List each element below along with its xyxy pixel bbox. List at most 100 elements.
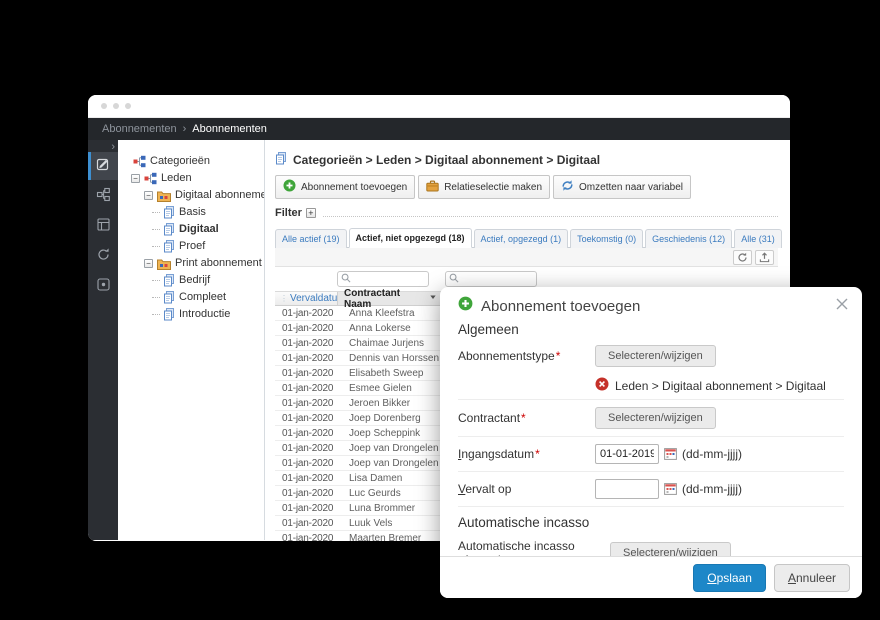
field-row-contractant: Contractant* Selecteren/wijzigen xyxy=(458,400,844,437)
calendar-icon[interactable] xyxy=(664,483,677,495)
sidebar-item-relations[interactable] xyxy=(88,183,118,210)
tree-item-label: Digitaal abonnement xyxy=(175,187,265,204)
required-asterisk: * xyxy=(521,411,526,425)
cell-vervaldatum: 01-jan-2020 xyxy=(275,308,337,319)
date-format-hint: (dd-mm-jjjj) xyxy=(682,482,742,496)
tree-item-proef[interactable]: Proef xyxy=(126,238,264,255)
required-asterisk: * xyxy=(556,349,561,363)
calendar-icon[interactable] xyxy=(664,448,677,460)
sidebar-expand-chevron-icon[interactable]: › xyxy=(111,141,115,153)
search-input-column3[interactable] xyxy=(462,273,533,286)
column-header-vervaldatum[interactable]: ⋮ Vervaldatum xyxy=(275,293,337,304)
select-contractant-button[interactable]: Selecteren/wijzigen xyxy=(595,407,716,429)
cell-contractant-naam: Joep van Drongelen xyxy=(337,443,439,454)
tab-actief-opgezegd-1[interactable]: Actief, opgezegd (1) xyxy=(474,229,569,248)
sidebar-item-journal[interactable] xyxy=(88,213,118,240)
convert-to-variable-button[interactable]: Omzetten naar variabel xyxy=(553,175,691,199)
sidebar-item-apps[interactable] xyxy=(88,273,118,300)
button-label: Omzetten naar variabel xyxy=(579,182,683,193)
select-abonnementstype-button[interactable]: Selecteren/wijzigen xyxy=(595,345,716,367)
document-icon xyxy=(163,291,175,304)
field-label: Contractant* xyxy=(458,411,595,425)
tree-item-label: Bedrijf xyxy=(179,272,210,289)
cell-contractant-naam: Luuk Vels xyxy=(337,518,392,529)
ingangsdatum-input[interactable] xyxy=(595,444,659,464)
make-relation-selection-button[interactable]: Relatieselectie maken xyxy=(418,175,550,199)
close-icon[interactable] xyxy=(835,297,849,311)
cell-vervaldatum: 01-jan-2020 xyxy=(275,518,337,529)
search-input-contractant[interactable] xyxy=(354,273,425,286)
status-tabs: Alle actief (19)Actief, niet opgezegd (1… xyxy=(275,228,778,248)
dialog-footer: Opslaan Annuleer xyxy=(440,556,862,598)
sidebar-item-sync[interactable] xyxy=(88,243,118,270)
tree-collapse-icon[interactable]: − xyxy=(144,259,153,268)
tree-item-categorie-n[interactable]: Categorieën xyxy=(126,153,264,170)
tree-item-label: Compleet xyxy=(179,289,226,306)
cell-contractant-naam: Chaimae Jurjens xyxy=(337,338,424,349)
button-label: Abonnement toevoegen xyxy=(301,182,407,193)
app-box-icon xyxy=(96,277,111,297)
tab-geschiedenis-12[interactable]: Geschiedenis (12) xyxy=(645,229,732,248)
column-label: Contractant Naam xyxy=(344,288,429,310)
tree-item-label: Leden xyxy=(161,170,192,187)
window-dot xyxy=(113,103,119,109)
breadcrumb-current: Abonnementen xyxy=(192,123,267,135)
window-titlebar xyxy=(88,95,790,118)
cell-contractant-naam: Luc Geurds xyxy=(337,488,401,499)
tree-connector xyxy=(152,314,160,315)
cell-vervaldatum: 01-jan-2020 xyxy=(275,503,337,514)
cell-contractant-naam: Elisabeth Sweep xyxy=(337,368,424,379)
edit-document-icon xyxy=(98,156,111,177)
add-subscription-dialog: Abonnement toevoegen Algemeen Abonnement… xyxy=(440,287,862,598)
date-format-hint: (dd-mm-jjjj) xyxy=(682,447,742,461)
tab-toekomstig-0[interactable]: Toekomstig (0) xyxy=(570,229,643,248)
document-icon xyxy=(163,274,175,287)
search-icon xyxy=(341,270,351,288)
cell-contractant-naam: Maarten Bremer xyxy=(337,533,421,542)
cell-vervaldatum: 01-jan-2020 xyxy=(275,488,337,499)
tab-alle-31[interactable]: Alle (31) xyxy=(734,229,782,248)
save-button[interactable]: Opslaan xyxy=(693,564,766,592)
vervalt-op-input[interactable] xyxy=(595,479,659,499)
tree-item-leden[interactable]: − Leden xyxy=(126,170,264,187)
tree-collapse-icon[interactable]: − xyxy=(144,191,153,200)
section-title-incasso: Automatische incasso xyxy=(458,515,844,532)
dialog-title: Abonnement toevoegen xyxy=(481,298,640,315)
filter-label: Filter xyxy=(275,207,302,219)
tree-item-digitaal-abonnement[interactable]: − Digitaal abonnement xyxy=(126,187,264,204)
cell-contractant-naam: Joep Scheppink xyxy=(337,428,420,439)
sidebar-item-subscriptions[interactable] xyxy=(88,152,118,180)
error-icon xyxy=(595,377,609,394)
field-row-vervalt-op: Vervalt op (dd-mm-jjjj) xyxy=(458,472,844,507)
refresh-button[interactable] xyxy=(733,250,752,265)
filter-expand-icon[interactable]: + xyxy=(306,208,316,218)
window-dot xyxy=(101,103,107,109)
cell-contractant-naam: Lisa Damen xyxy=(337,473,402,484)
column-header-contractant-naam[interactable]: Contractant Naam xyxy=(337,292,441,305)
cell-contractant-naam: Jeroen Bikker xyxy=(337,398,410,409)
cell-contractant-naam: Anna Kleefstra xyxy=(337,308,415,319)
tree-item-label: Digitaal xyxy=(179,221,219,238)
tree-connector xyxy=(152,297,160,298)
tab-actief-niet-opgezegd-18[interactable]: Actief, niet opgezegd (18) xyxy=(349,228,472,248)
folder-icon xyxy=(157,258,171,270)
cell-vervaldatum: 01-jan-2020 xyxy=(275,428,337,439)
section-title-general: Algemeen xyxy=(458,322,844,339)
tree-item-bedrijf[interactable]: Bedrijf xyxy=(126,272,264,289)
tree-connector xyxy=(152,280,160,281)
tree-item-compleet[interactable]: Compleet xyxy=(126,289,264,306)
tree-item-digitaal[interactable]: Digitaal xyxy=(126,221,264,238)
tree-collapse-icon[interactable]: − xyxy=(131,174,140,183)
add-icon xyxy=(458,296,473,316)
tree-item-label: Basis xyxy=(179,204,206,221)
breadcrumb-parent[interactable]: Abonnementen xyxy=(102,123,177,135)
tree-item-introductie[interactable]: Introductie xyxy=(126,306,264,323)
tree-item-basis[interactable]: Basis xyxy=(126,204,264,221)
cancel-button[interactable]: Annuleer xyxy=(774,564,850,592)
journal-icon xyxy=(96,217,111,237)
tree-item-print-abonnement[interactable]: −Print abonnement xyxy=(126,255,264,272)
tab-alle-actief-19[interactable]: Alle actief (19) xyxy=(275,229,347,248)
export-button[interactable] xyxy=(755,250,774,265)
cell-contractant-naam: Esmee Gielen xyxy=(337,383,412,394)
add-subscription-button[interactable]: Abonnement toevoegen xyxy=(275,175,415,199)
